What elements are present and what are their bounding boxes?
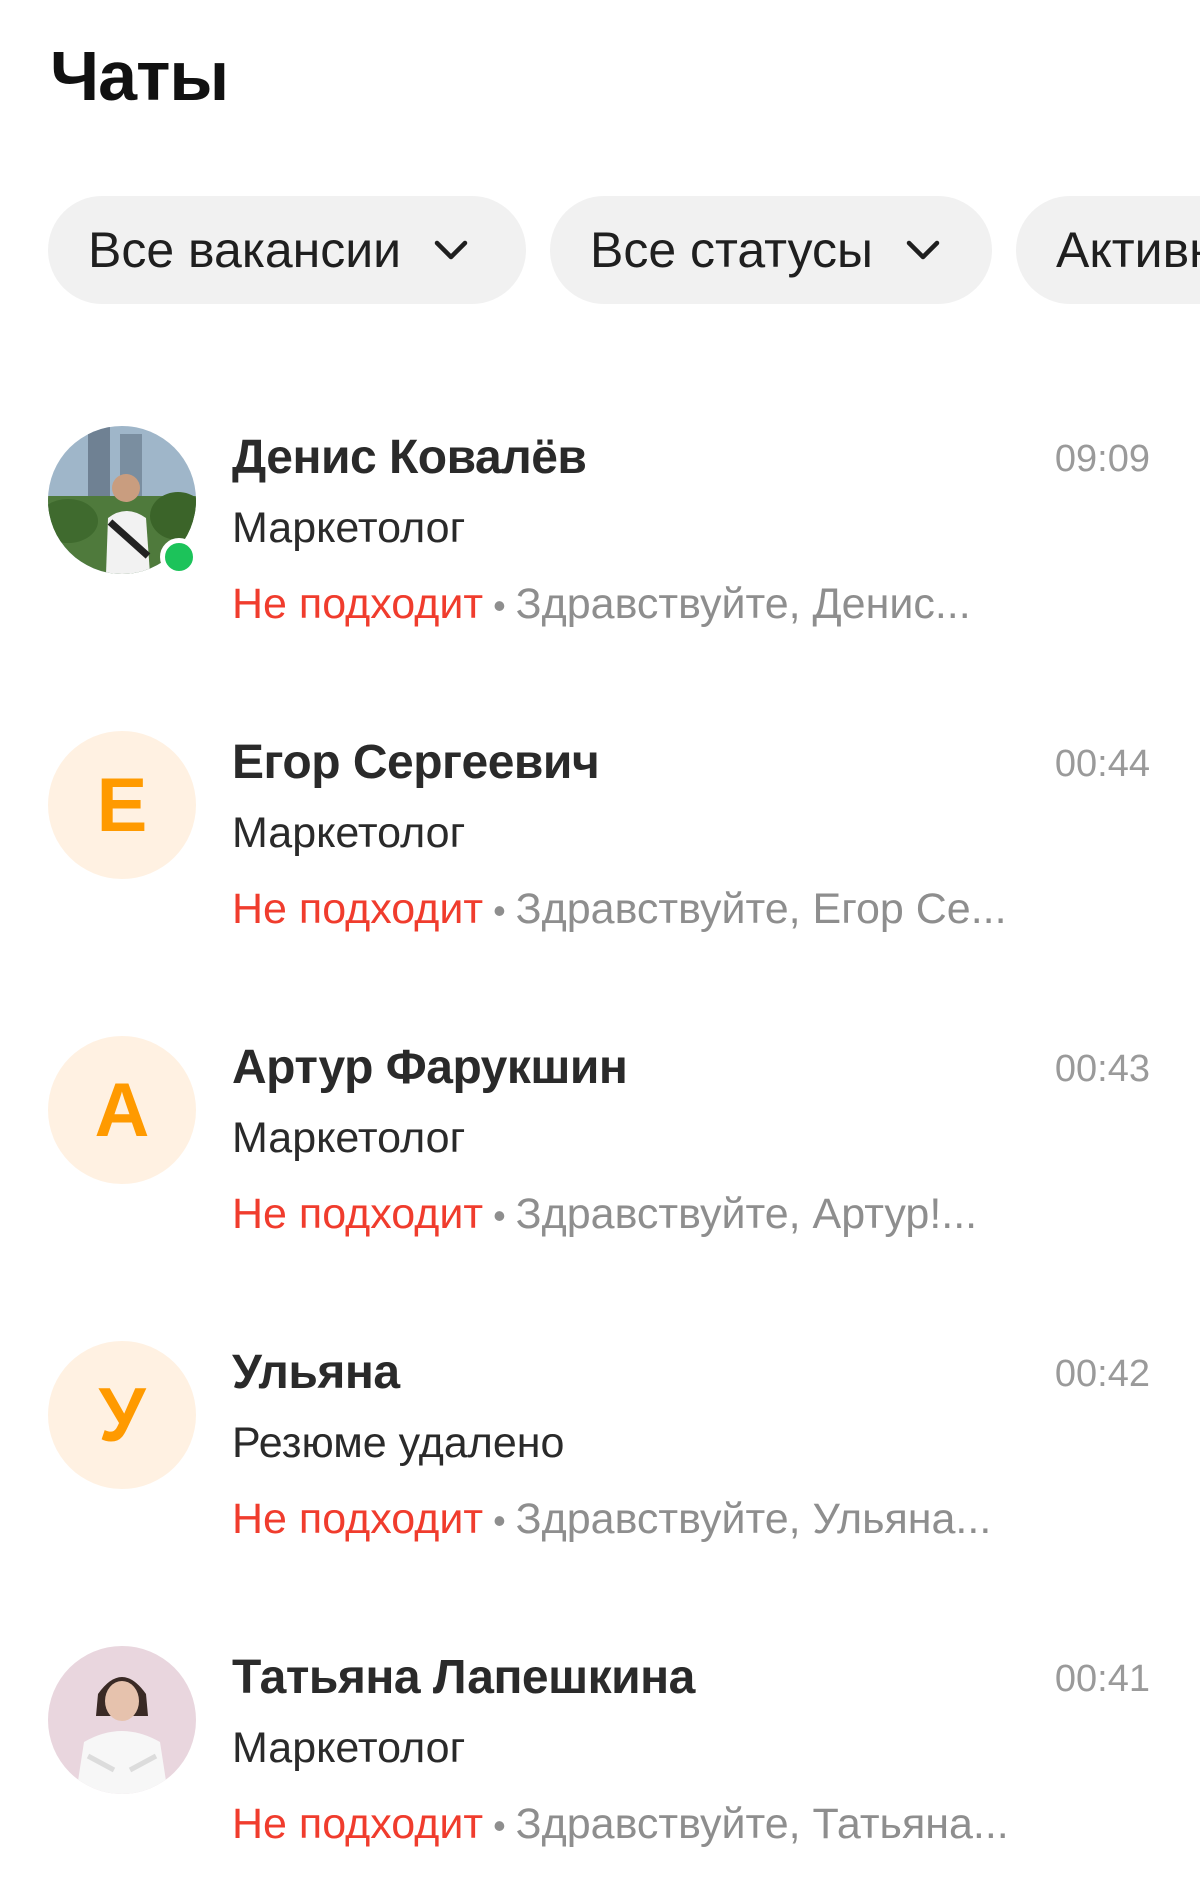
chat-last-message: Не подходит • Здравствуйте, Денис... [232,580,1132,629]
chat-item[interactable]: У Ульяна 00:42 Резюме удалено Не подходи… [0,1315,1200,1620]
avatar: У [48,1341,196,1489]
chat-last-message: Не подходит • Здравствуйте, Егор Се... [232,885,1132,934]
page-title: Чаты [50,37,229,115]
chat-item[interactable]: А Артур Фарукшин 00:43 Маркетолог Не под… [0,1010,1200,1315]
avatar-initial: А [48,1036,196,1184]
chevron-down-icon [901,228,945,272]
chevron-down-icon [429,228,473,272]
chat-item[interactable]: Татьяна Лапешкина 00:41 Маркетолог Не по… [0,1620,1200,1890]
separator-dot: • [493,1500,506,1541]
filter-statuses-dropdown[interactable]: Все статусы [550,196,992,304]
message-preview: Здравствуйте, Ульяна... [515,1495,992,1543]
chat-vacancy: Маркетолог [232,504,466,552]
filter-active-label: Активн [1056,222,1200,278]
status-label: Не подходит [232,1800,484,1848]
chat-time: 00:43 [1054,1048,1150,1090]
chat-vacancy: Маркетолог [232,809,466,857]
message-preview: Здравствуйте, Татьяна... [515,1800,1009,1848]
chat-time: 09:09 [1054,438,1150,480]
chat-item[interactable]: Денис Ковалёв 09:09 Маркетолог Не подход… [0,400,1200,705]
chat-vacancy: Маркетолог [232,1724,466,1772]
chat-last-message: Не подходит • Здравствуйте, Артур!... [232,1190,1132,1239]
chat-name: Татьяна Лапешкина [232,1651,695,1704]
chat-last-message: Не подходит • Здравствуйте, Татьяна... [232,1800,1132,1849]
avatar-initial: У [48,1341,196,1489]
separator-dot: • [493,1805,506,1846]
chat-vacancy: Маркетолог [232,1114,466,1162]
message-preview: Здравствуйте, Артур!... [515,1190,978,1238]
chat-time: 00:41 [1054,1658,1150,1700]
status-label: Не подходит [232,580,484,628]
status-label: Не подходит [232,1190,484,1238]
separator-dot: • [493,890,506,931]
chat-time: 00:44 [1054,743,1150,785]
filter-active-chip[interactable]: Активн [1016,196,1200,304]
avatar: А [48,1036,196,1184]
separator-dot: • [493,1195,506,1236]
status-label: Не подходит [232,885,484,933]
chat-name: Ульяна [232,1346,400,1399]
avatar [48,1646,196,1794]
message-preview: Здравствуйте, Денис... [515,580,971,628]
chat-item[interactable]: Е Егор Сергеевич 00:44 Маркетолог Не под… [0,705,1200,1010]
filter-vacancies-label: Все вакансии [88,222,402,278]
chat-vacancy: Резюме удалено [232,1419,565,1467]
chat-last-message: Не подходит • Здравствуйте, Ульяна... [232,1495,1132,1544]
avatar: Е [48,731,196,879]
filter-statuses-label: Все статусы [590,222,873,278]
status-label: Не подходит [232,1495,484,1543]
avatar [48,426,198,576]
avatar-initial: Е [48,731,196,879]
message-preview: Здравствуйте, Егор Се... [515,885,1007,933]
chat-time: 00:42 [1054,1353,1150,1395]
online-indicator [160,538,198,576]
filter-bar: Все вакансии Все статусы Активн [48,196,1200,304]
filter-vacancies-dropdown[interactable]: Все вакансии [48,196,526,304]
chat-name: Егор Сергеевич [232,736,600,789]
avatar-photo [48,1646,196,1794]
chat-name: Артур Фарукшин [232,1041,628,1094]
chat-name: Денис Ковалёв [232,431,587,484]
chat-list: Денис Ковалёв 09:09 Маркетолог Не подход… [0,400,1200,1890]
separator-dot: • [493,585,506,626]
